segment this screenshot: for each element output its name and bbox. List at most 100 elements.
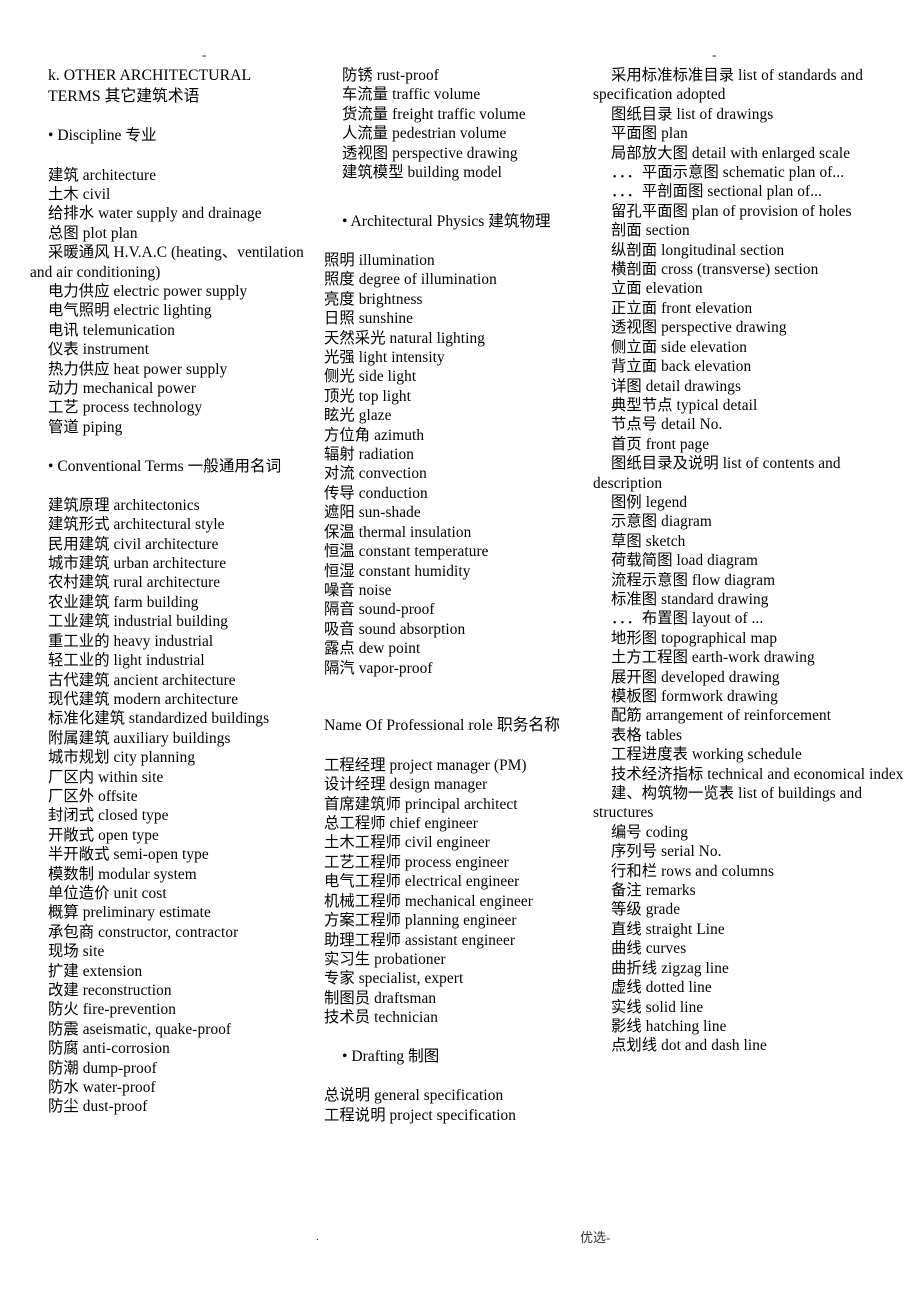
term-entry: 实习生 probationer xyxy=(324,950,446,968)
term-entry: 图纸目录 list of drawings xyxy=(611,105,774,123)
term-entry: 技术经济指标 technical and economical index xyxy=(611,765,904,783)
term-entry: 封闭式 closed type xyxy=(48,807,169,825)
text-columns: k. OTHER ARCHITECTURAL TERMS 其它建筑术语 • Di… xyxy=(0,66,920,1125)
term-entry: 人流量 pedestrian volume xyxy=(342,125,507,143)
term-entry: 工艺工程师 process engineer xyxy=(324,853,509,871)
term-entry: 编号 coding xyxy=(611,823,688,841)
term-entry: 防锈 rust-proof xyxy=(342,67,439,84)
term-entry: 隔汽 vapor-proof xyxy=(324,659,433,677)
term-entry: 动力 mechanical power xyxy=(48,380,197,398)
term-entry: 防震 aseismatic, quake-proof xyxy=(48,1020,232,1038)
term-entry: 典型节点 typical detail xyxy=(611,396,758,414)
term-entry: 背立面 back elevation xyxy=(611,358,752,376)
term-entry: 顶光 top light xyxy=(324,387,412,405)
term-entry: 眩光 glaze xyxy=(324,407,392,425)
term-entry: 展开图 developed drawing xyxy=(611,668,780,686)
column-1: k. OTHER ARCHITECTURAL TERMS 其它建筑术语 • Di… xyxy=(0,66,310,1117)
term-entry: 透视图 perspective drawing xyxy=(342,144,518,162)
term-entry: 遮阳 sun-shade xyxy=(324,504,421,522)
term-entry: 建筑形式 architectural style xyxy=(48,516,225,534)
term-entry: 日照 sunshine xyxy=(324,310,414,328)
term-entry: 首席建筑师 principal architect xyxy=(324,795,518,813)
term-entry: 序列号 serial No. xyxy=(611,843,722,861)
term-entry: 地形图 topographical map xyxy=(611,629,778,647)
term-entry: 改建 reconstruction xyxy=(48,982,172,999)
section-heading-physics: • Architectural Physics 建筑物理 xyxy=(342,212,551,230)
page-title-line-2: TERMS 其它建筑术语 xyxy=(48,87,200,105)
term-entry: 恒温 constant temperature xyxy=(324,543,489,561)
term-entry: 保温 thermal insulation xyxy=(324,523,472,541)
term-entry: 土木工程师 civil engineer xyxy=(324,834,490,852)
term-entry: 局部放大图 detail with enlarged scale xyxy=(611,144,851,162)
term-entry: 图纸目录及说明 list of contents and description xyxy=(593,455,841,492)
term-entry: 草图 sketch xyxy=(611,532,686,550)
term-entry: 车流量 traffic volume xyxy=(342,86,481,104)
header-tick-left: - xyxy=(202,47,207,62)
term-entry: 工艺 process technology xyxy=(48,399,203,417)
term-entry: 实线 solid line xyxy=(611,998,704,1016)
term-entry: 现场 site xyxy=(48,943,105,961)
term-entry: 留孔平面图 plan of provision of holes xyxy=(611,202,852,220)
term-entry: 剖面 section xyxy=(611,222,690,240)
term-entry: 总图 plot plan xyxy=(48,224,138,242)
term-entry: 厂区外 offsite xyxy=(48,787,138,805)
term-entry: 示意图 diagram xyxy=(611,513,712,531)
term-entry: 半开敞式 semi-open type xyxy=(48,846,209,864)
term-entry: 厂区内 within site xyxy=(48,768,164,786)
term-entry: 建筑 architecture xyxy=(48,166,157,184)
term-entry: 工程经理 project manager (PM) xyxy=(324,756,527,774)
term-entry: 曲线 curves xyxy=(611,940,687,958)
term-entry: 建筑原理 architectonics xyxy=(48,496,200,514)
term-entry: 农村建筑 rural architecture xyxy=(48,574,221,592)
page-title-line-1: k. OTHER ARCHITECTURAL xyxy=(48,67,252,84)
document-page: - - k. OTHER ARCHITECTURAL TERMS 其它建筑术语 … xyxy=(0,0,920,1302)
term-entry: 助理工程师 assistant engineer xyxy=(324,931,516,949)
term-entry: 等级 grade xyxy=(611,901,681,919)
term-entry: 隔音 sound-proof xyxy=(324,601,435,619)
term-entry: 节点号 detail No. xyxy=(611,416,723,434)
term-entry: ．．．平剖面图 sectional plan of... xyxy=(611,183,822,201)
term-entry: 照明 illumination xyxy=(324,252,435,270)
term-entry: 方位角 azimuth xyxy=(324,426,425,444)
term-entry: 透视图 perspective drawing xyxy=(611,319,787,337)
term-entry: 照度 degree of illumination xyxy=(324,271,497,289)
page-footer: . 优选- xyxy=(0,1230,920,1254)
term-entry: 扩建 extension xyxy=(48,962,143,980)
term-entry: 工程进度表 working schedule xyxy=(611,746,802,764)
term-entry: 电气工程师 electrical engineer xyxy=(324,873,520,891)
term-entry: 恒湿 constant humidity xyxy=(324,562,471,580)
term-entry: 城市建筑 urban architecture xyxy=(48,555,227,573)
term-entry: 配筋 arrangement of reinforcement xyxy=(611,707,832,725)
term-entry: 概算 preliminary estimate xyxy=(48,904,211,922)
column-2: 防锈 rust-proof 车流量 traffic volume 货流量 fre… xyxy=(310,66,585,1125)
term-entry: 光强 light intensity xyxy=(324,349,445,367)
term-entry: 行和栏 rows and columns xyxy=(611,862,775,880)
term-entry: 承包商 constructor, contractor xyxy=(48,923,239,941)
term-entry: 天然采光 natural lighting xyxy=(324,329,485,347)
term-entry: 露点 dew point xyxy=(324,640,421,658)
term-entry: 工业建筑 industrial building xyxy=(48,613,229,631)
term-entry: 曲折线 zigzag line xyxy=(611,959,729,977)
term-entry: 备注 remarks xyxy=(611,882,696,900)
term-entry: 农业建筑 farm building xyxy=(48,593,199,611)
section-heading-discipline: • Discipline 专业 xyxy=(48,127,157,145)
term-entry: 侧立面 side elevation xyxy=(611,338,748,356)
term-entry: 流程示意图 flow diagram xyxy=(611,571,776,589)
term-entry: 图例 legend xyxy=(611,493,688,511)
term-entry: 立面 elevation xyxy=(611,280,703,298)
section-heading-roles: Name Of Professional role 职务名称 xyxy=(324,716,561,734)
term-entry: 管道 piping xyxy=(48,418,123,436)
term-entry: 首页 front page xyxy=(611,435,710,453)
term-entry: 传导 conduction xyxy=(324,484,428,502)
term-entry: 土木 civil xyxy=(48,185,111,203)
term-entry: 设计经理 design manager xyxy=(324,776,488,794)
term-entry: 标准图 standard drawing xyxy=(611,590,769,608)
term-entry: 电讯 telemunication xyxy=(48,321,176,339)
term-entry: 方案工程师 planning engineer xyxy=(324,912,517,930)
